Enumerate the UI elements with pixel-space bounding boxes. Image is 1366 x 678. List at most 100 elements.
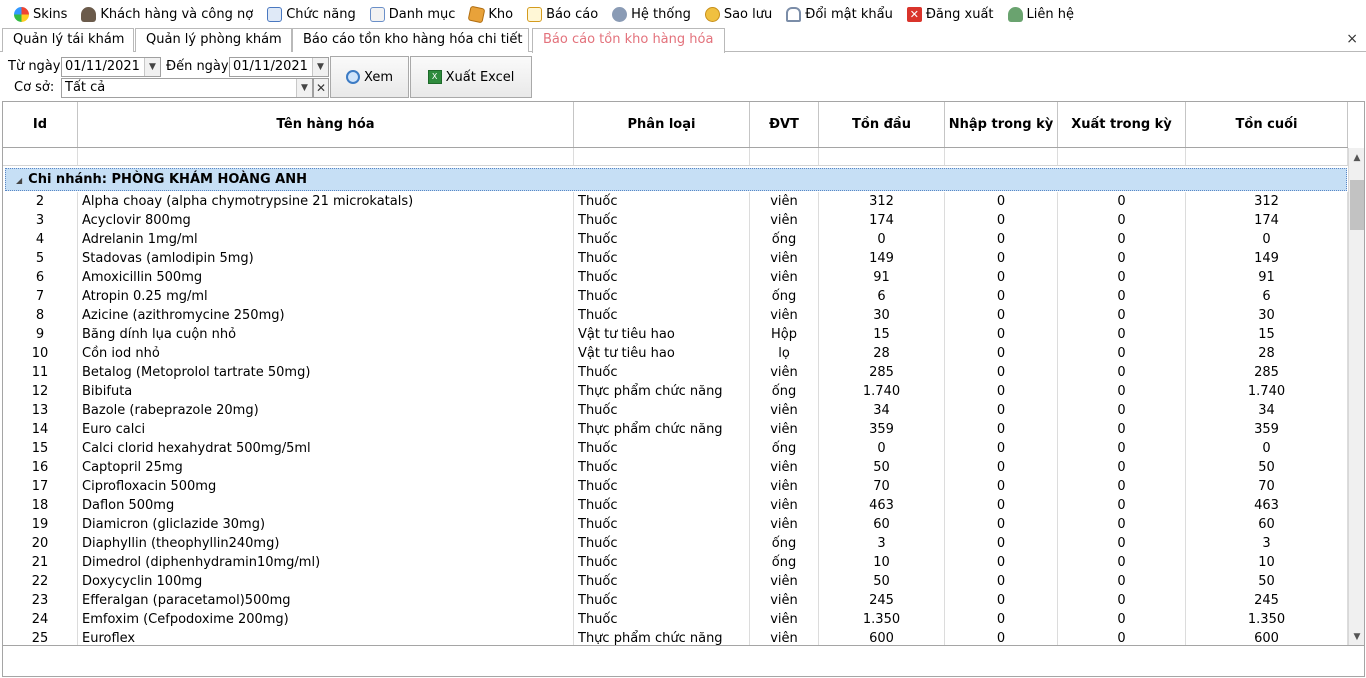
- table-row[interactable]: 10 Cồn iod nhỏ Vật tư tiêu hao lọ 28 0 0 28: [3, 344, 1348, 363]
- menu-item-8[interactable]: Đổi mật khẩu: [786, 6, 893, 22]
- chevron-down-icon[interactable]: ▼: [144, 58, 160, 76]
- table-row[interactable]: 12 Bibifuta Thực phẩm chức năng ống 1.740 0 0 1…: [3, 382, 1348, 401]
- table-cell: viên: [750, 306, 819, 325]
- grid-filter-row[interactable]: [3, 148, 1348, 166]
- table-cell: Thuốc: [574, 477, 750, 496]
- table-cell: viên: [750, 572, 819, 591]
- column-header[interactable]: Phân loại: [574, 102, 750, 147]
- table-cell: 0: [945, 363, 1058, 382]
- tab-3[interactable]: Báo cáo tồn kho hàng hóa: [532, 28, 725, 53]
- filter-cell[interactable]: [750, 148, 819, 165]
- tab-2[interactable]: Báo cáo tồn kho hàng hóa chi tiết: [292, 28, 529, 52]
- table-cell: viên: [750, 610, 819, 629]
- table-cell: viên: [750, 515, 819, 534]
- view-button[interactable]: Xem: [330, 56, 409, 98]
- filter-cell[interactable]: [1058, 148, 1186, 165]
- column-header[interactable]: Tên hàng hóa: [78, 102, 574, 147]
- tab-0[interactable]: Quản lý tái khám: [2, 28, 134, 52]
- from-date-value: 01/11/2021: [65, 59, 140, 74]
- column-header[interactable]: Tồn đầu: [819, 102, 945, 147]
- table-cell: 0: [945, 458, 1058, 477]
- table-row[interactable]: 13 Bazole (rabeprazole 20mg) Thuốc viên 34 0 0…: [3, 401, 1348, 420]
- clear-branch-button[interactable]: ✕: [313, 78, 329, 98]
- menu-item-label: Đổi mật khẩu: [805, 6, 893, 22]
- chevron-down-icon[interactable]: ▼: [312, 58, 328, 76]
- filter-cell[interactable]: [819, 148, 945, 165]
- table-row[interactable]: 11 Betalog (Metoprolol tartrate 50mg) Thuố…: [3, 363, 1348, 382]
- close-tab-icon[interactable]: ×: [1346, 31, 1358, 47]
- table-row[interactable]: 22 Doxycyclin 100mg Thuốc viên 50 0 0 50: [3, 572, 1348, 591]
- table-row[interactable]: 18 Daflon 500mg Thuốc viên 463 0 0 463: [3, 496, 1348, 515]
- collapse-triangle-icon[interactable]: ◢: [16, 176, 22, 185]
- menu-item-6[interactable]: Hệ thống: [612, 6, 691, 22]
- grid-footer: [2, 646, 1365, 677]
- table-row[interactable]: 23 Efferalgan (paracetamol)500mg Thuốc viên…: [3, 591, 1348, 610]
- scroll-up-icon[interactable]: ▲: [1349, 150, 1364, 166]
- table-cell: Thuốc: [574, 211, 750, 230]
- table-cell: 19: [3, 515, 78, 534]
- table-row[interactable]: 20 Diaphyllin (theophyllin240mg) Thuốc ống 3…: [3, 534, 1348, 553]
- table-row[interactable]: 2 Alpha choay (alpha chymotrypsine 21 mic…: [3, 192, 1348, 211]
- menu-item-2[interactable]: Chức năng: [267, 6, 356, 22]
- table-cell: Thuốc: [574, 230, 750, 249]
- table-cell: Thuốc: [574, 306, 750, 325]
- table-cell: Thuốc: [574, 249, 750, 268]
- table-row[interactable]: 21 Dimedrol (diphenhydramin10mg/ml) Thuốc ố…: [3, 553, 1348, 572]
- menu-item-3[interactable]: Danh mục: [369, 6, 455, 22]
- table-cell: viên: [750, 211, 819, 230]
- table-cell: 0: [1058, 382, 1186, 401]
- filter-cell[interactable]: [1186, 148, 1348, 165]
- table-cell: 0: [1058, 306, 1186, 325]
- menu-item-7[interactable]: Sao lưu: [704, 6, 772, 22]
- palette-icon: [14, 6, 29, 22]
- table-row[interactable]: 19 Diamicron (gliclazide 30mg) Thuốc viên 60…: [3, 515, 1348, 534]
- branch-select[interactable]: Tất cả ▼: [61, 78, 313, 98]
- column-header[interactable]: ĐVT: [750, 102, 819, 147]
- table-cell: Bibifuta: [78, 382, 574, 401]
- filter-cell[interactable]: [945, 148, 1058, 165]
- table-cell: ống: [750, 439, 819, 458]
- menu-item-4[interactable]: Kho: [467, 5, 514, 23]
- menu-item-9[interactable]: ✕ Đăng xuất: [906, 6, 994, 22]
- table-row[interactable]: 5 Stadovas (amlodipin 5mg) Thuốc viên 149 0 0 1…: [3, 249, 1348, 268]
- table-row[interactable]: 8 Azicine (azithromycine 250mg) Thuốc viên 3…: [3, 306, 1348, 325]
- filter-cell[interactable]: [3, 148, 78, 165]
- column-header[interactable]: Id: [3, 102, 78, 147]
- table-cell: 149: [1186, 249, 1348, 268]
- filter-cell[interactable]: [78, 148, 574, 165]
- column-header[interactable]: Xuất trong kỳ: [1058, 102, 1186, 147]
- menu-item-1[interactable]: Khách hàng và công nợ: [81, 6, 253, 22]
- table-cell: Thuốc: [574, 192, 750, 211]
- warehouse-box-icon: [467, 5, 486, 23]
- to-date-field[interactable]: 01/11/2021 ▼: [229, 57, 329, 77]
- vertical-scrollbar[interactable]: ▲ ▼: [1348, 148, 1364, 645]
- from-date-field[interactable]: 01/11/2021 ▼: [61, 57, 161, 77]
- menu-item-10[interactable]: Liên hệ: [1007, 6, 1074, 22]
- table-cell: Adrelanin 1mg/ml: [78, 230, 574, 249]
- menu-item-label: Kho: [488, 6, 514, 22]
- menu-item-0[interactable]: Skins: [14, 6, 67, 22]
- table-cell: 149: [819, 249, 945, 268]
- menu-item-5[interactable]: Báo cáo: [527, 6, 598, 22]
- filter-cell[interactable]: [574, 148, 750, 165]
- table-row[interactable]: 7 Atropin 0.25 mg/ml Thuốc ống 6 0 0 6: [3, 287, 1348, 306]
- table-row[interactable]: 9 Băng dính lụa cuộn nhỏ Vật tư tiêu hao Hộ…: [3, 325, 1348, 344]
- table-row[interactable]: 15 Calci clorid hexahydrat 500mg/5ml Thuốc…: [3, 439, 1348, 458]
- column-header[interactable]: Tồn cuối: [1186, 102, 1348, 147]
- table-row[interactable]: 6 Amoxicillin 500mg Thuốc viên 91 0 0 91: [3, 268, 1348, 287]
- scroll-down-icon[interactable]: ▼: [1349, 629, 1364, 645]
- table-row[interactable]: 25 Euroflex Thực phẩm chức năng viên 600 0 0 60…: [3, 629, 1348, 645]
- table-row[interactable]: 4 Adrelanin 1mg/ml Thuốc ống 0 0 0 0: [3, 230, 1348, 249]
- scroll-thumb[interactable]: [1350, 180, 1364, 230]
- table-cell: 0: [1058, 287, 1186, 306]
- export-excel-button[interactable]: X Xuất Excel: [410, 56, 532, 98]
- column-header[interactable]: Nhập trong kỳ: [945, 102, 1058, 147]
- table-row[interactable]: 14 Euro calci Thực phẩm chức năng viên 359 0 0…: [3, 420, 1348, 439]
- chevron-down-icon[interactable]: ▼: [296, 79, 312, 97]
- table-row[interactable]: 16 Captopril 25mg Thuốc viên 50 0 0 50: [3, 458, 1348, 477]
- table-row[interactable]: 17 Ciprofloxacin 500mg Thuốc viên 70 0 0 70: [3, 477, 1348, 496]
- table-row[interactable]: 3 Acyclovir 800mg Thuốc viên 174 0 0 174: [3, 211, 1348, 230]
- tab-1[interactable]: Quản lý phòng khám: [135, 28, 292, 52]
- group-row-branch[interactable]: ◢ Chi nhánh: PHÒNG KHÁM HOÀNG ANH: [5, 168, 1347, 191]
- table-row[interactable]: 24 Emfoxim (Cefpodoxime 200mg) Thuốc viên 1.…: [3, 610, 1348, 629]
